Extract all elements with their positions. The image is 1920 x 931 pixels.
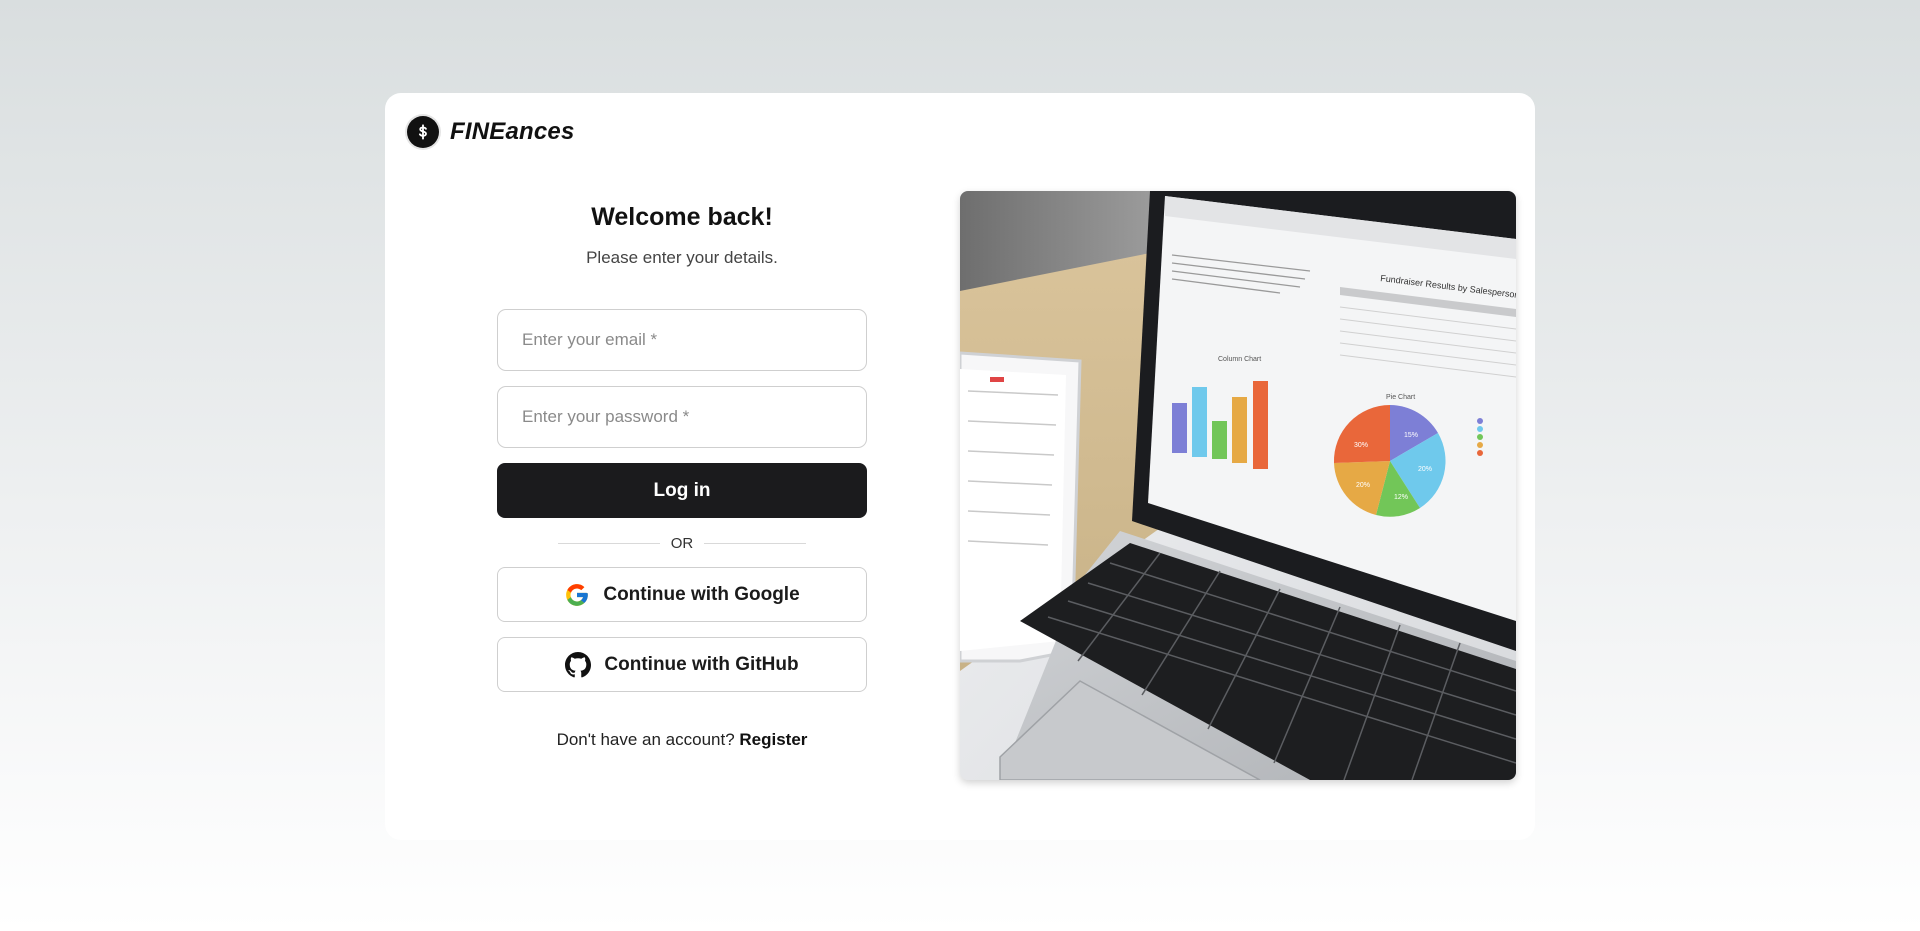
github-icon [565, 651, 592, 678]
github-login-button[interactable]: Continue with GitHub [497, 637, 867, 692]
github-button-label: Continue with GitHub [604, 653, 799, 675]
login-card: FINEances Welcome back! Please enter you… [385, 93, 1535, 840]
google-icon [564, 582, 590, 608]
divider-label: OR [670, 534, 694, 552]
login-button-label: Log in [653, 479, 711, 501]
column-bar-5 [1253, 381, 1268, 469]
register-prompt: Don't have an account? [556, 730, 735, 749]
google-login-button[interactable]: Continue with Google [497, 567, 867, 622]
brand-name: FINEances [450, 118, 575, 145]
google-button-label: Continue with Google [603, 583, 800, 605]
page-subtitle: Please enter your details. [586, 248, 778, 267]
or-divider: OR [497, 531, 867, 555]
page-title: Welcome back! [591, 203, 773, 231]
brand-logo[interactable]: FINEances [407, 116, 575, 148]
pie-label-1: 15% [1404, 432, 1418, 439]
login-form: Welcome back! Please enter your details.… [497, 203, 867, 750]
pie-label-5: 30% [1354, 442, 1368, 449]
login-button[interactable]: Log in [497, 463, 867, 518]
pie-label-3: 12% [1394, 494, 1408, 501]
email-placeholder: Enter your email * [522, 330, 658, 349]
column-bar-2 [1192, 387, 1207, 457]
tablet-red-tab [990, 377, 1004, 382]
pie-chart-title: Pie Chart [1386, 394, 1415, 401]
dollar-icon [407, 116, 439, 148]
hero-image: Fundraiser Results by Salesperson Column… [960, 191, 1516, 780]
password-placeholder: Enter your password * [522, 407, 690, 426]
register-row: Don't have an account? Register [497, 730, 867, 750]
column-chart-title: Column Chart [1218, 356, 1261, 363]
pie-label-4: 20% [1356, 482, 1370, 489]
divider-line-left [557, 542, 660, 544]
pie-label-2: 20% [1418, 466, 1432, 473]
email-field[interactable]: Enter your email * [497, 309, 867, 371]
column-bar-1 [1172, 403, 1187, 453]
column-bar-3 [1212, 421, 1227, 459]
register-link[interactable]: Register [739, 730, 807, 749]
column-bar-4 [1232, 397, 1247, 463]
divider-line-right [704, 542, 807, 544]
pie-chart: 15% 20% 12% 20% 30% [1333, 405, 1446, 517]
password-field[interactable]: Enter your password * [497, 386, 867, 448]
